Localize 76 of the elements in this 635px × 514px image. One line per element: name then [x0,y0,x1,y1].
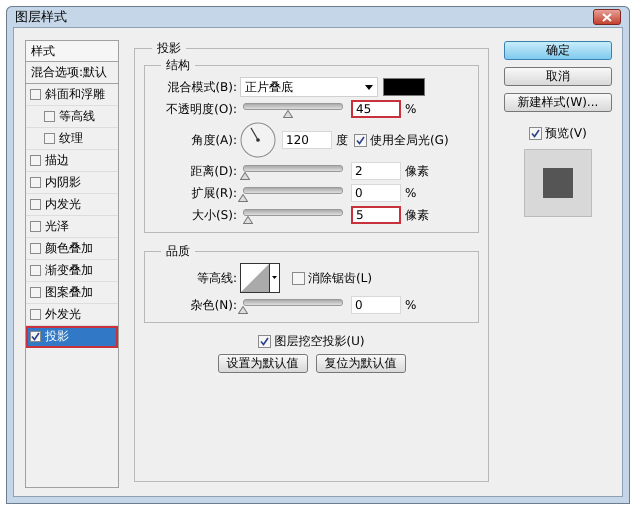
style-list-item[interactable]: 内发光 [26,194,118,216]
color-swatch[interactable] [383,78,425,96]
field-label: 角度(A): [190,132,237,148]
style-list-item[interactable]: 内阴影 [26,172,118,194]
field-label: 不透明度(O): [165,100,237,118]
input-field[interactable]: 0 [351,296,401,314]
checkbox[interactable] [30,155,41,166]
unit-label: 像素 [405,162,429,180]
checkbox[interactable] [354,134,367,146]
field-label: 混合模式(B): [166,78,237,96]
checkbox[interactable] [30,287,41,298]
caret-icon [269,264,279,292]
close-button[interactable] [593,9,621,25]
angle-dial[interactable] [240,122,276,158]
unit-label: % [405,186,416,200]
checkbox[interactable] [30,89,41,100]
field-label: 杂色(N): [190,296,237,314]
slider-thumb[interactable] [238,303,248,311]
field-label: 距离(D): [189,162,237,180]
style-list-item[interactable]: 渐变叠加 [26,260,118,282]
preview-thumbnail [524,149,592,217]
slider-thumb[interactable] [243,213,253,221]
group-title: 投影 [156,40,182,57]
style-list-item[interactable]: 光泽 [26,216,118,238]
style-list-item[interactable]: 混合选项:默认 [26,62,118,84]
input-field[interactable]: 5 [351,206,401,224]
checkbox[interactable] [44,133,55,144]
checkbox-label: 图层挖空投影(U) [274,333,365,350]
input-field[interactable]: 2 [351,162,401,180]
checkbox-label: 消除锯齿(L) [308,270,372,286]
checkbox[interactable] [30,221,41,232]
checkbox[interactable] [30,309,41,320]
style-list-item[interactable]: 图案叠加 [26,282,118,304]
ok-button[interactable]: 确定 [504,41,612,60]
checkbox[interactable] [258,335,272,348]
unit-label: 像素 [405,206,429,224]
default-button[interactable]: 复位为默认值 [316,354,406,373]
dialog-button[interactable]: 新建样式(W)... [504,93,612,112]
checkbox-label: 预览(V) [545,125,587,142]
checkbox[interactable] [529,127,542,140]
checkbox[interactable] [30,243,41,254]
field-label: 扩展(R): [190,184,237,202]
group-title: 结构 [165,57,191,74]
style-list-item[interactable]: 等高线 [26,106,118,128]
slider-thumb[interactable] [238,191,248,199]
input-field[interactable]: 0 [351,184,401,202]
field-label: 大小(S): [190,206,237,224]
checkbox[interactable] [30,265,41,276]
dropdown[interactable]: 正片叠底 [240,77,378,97]
checkbox[interactable] [44,111,55,122]
default-button[interactable]: 设置为默认值 [218,354,308,373]
unit-label: % [405,298,416,312]
style-list-item[interactable]: 斜面和浮雕 [26,84,118,106]
field-label: 等高线: [196,270,237,286]
style-list-item[interactable]: 投影 [26,326,118,348]
checkbox[interactable] [292,272,305,284]
dialog-button[interactable]: 取消 [504,67,612,86]
contour-picker[interactable] [240,263,280,293]
checkbox-label: 使用全局光(G) [370,132,449,148]
list-header: 样式 [26,41,118,62]
slider-thumb[interactable] [283,107,293,115]
close-icon [602,12,612,22]
style-list-item[interactable]: 描边 [26,150,118,172]
input-field[interactable]: 120 [282,131,332,149]
group-title: 品质 [165,243,191,260]
window-title: 图层样式 [15,9,67,26]
style-list-item[interactable]: 颜色叠加 [26,238,118,260]
checkbox[interactable] [30,177,41,188]
unit-label: 度 [336,132,348,148]
checkbox[interactable] [30,331,41,342]
style-list-item[interactable]: 纹理 [26,128,118,150]
input-field[interactable]: 45 [351,100,401,118]
unit-label: % [405,102,416,116]
caret-icon [365,84,373,90]
slider-thumb[interactable] [240,169,250,177]
checkbox[interactable] [30,199,41,210]
